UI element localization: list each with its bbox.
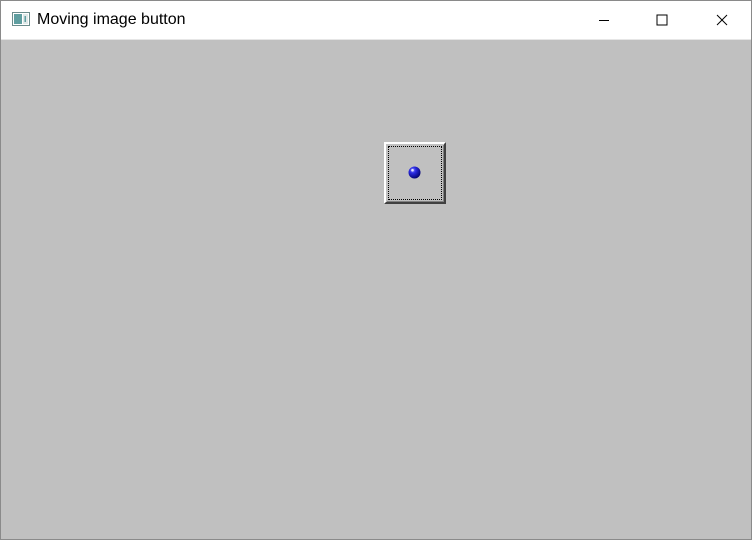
title-bar[interactable]: Moving image button <box>1 1 751 40</box>
client-area <box>1 40 751 539</box>
app-icon <box>12 12 30 26</box>
moving-image-button[interactable] <box>384 142 446 204</box>
maximize-button[interactable] <box>633 1 691 39</box>
window-title: Moving image button <box>37 11 186 28</box>
minimize-icon <box>599 20 609 21</box>
close-button[interactable] <box>693 1 751 39</box>
minimize-button[interactable] <box>575 1 633 39</box>
blue-ball-icon <box>408 166 421 179</box>
close-icon <box>716 14 728 26</box>
app-window: Moving image button <box>0 0 752 540</box>
maximize-icon <box>656 14 668 26</box>
